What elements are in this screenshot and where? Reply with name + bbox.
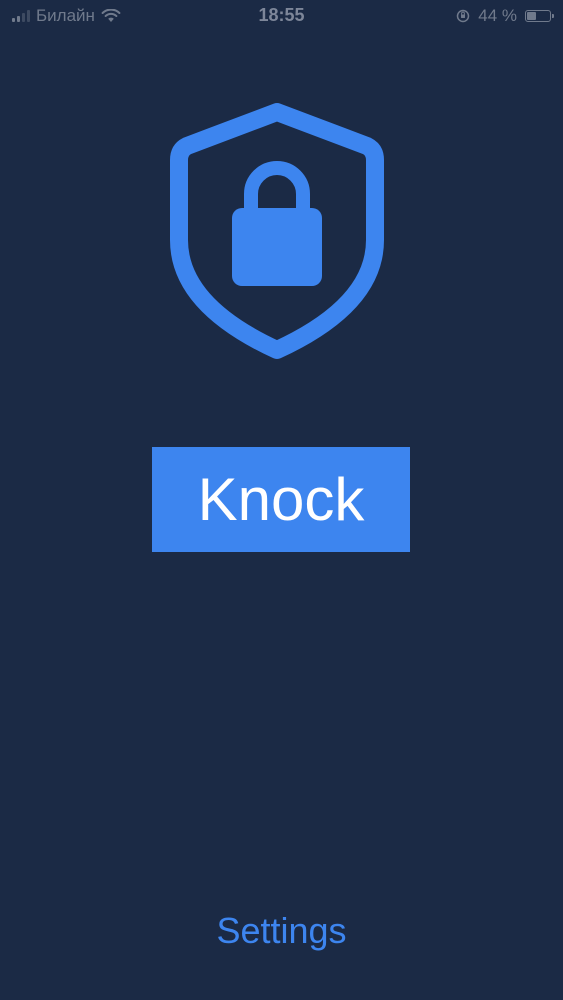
status-bar: Билайн 18:55 44 % — [0, 0, 563, 32]
battery-percent: 44 % — [478, 6, 517, 25]
battery-level — [527, 12, 536, 20]
orientation-lock-icon — [457, 9, 470, 23]
status-right: 44 % — [456, 6, 554, 26]
settings-link[interactable]: Settings — [0, 910, 563, 952]
battery-icon — [525, 10, 554, 22]
shield-lock-icon — [170, 103, 384, 359]
app-screen: Билайн 18:55 44 % Knock Settings — [0, 0, 563, 1000]
knock-button[interactable]: Knock — [152, 447, 410, 552]
